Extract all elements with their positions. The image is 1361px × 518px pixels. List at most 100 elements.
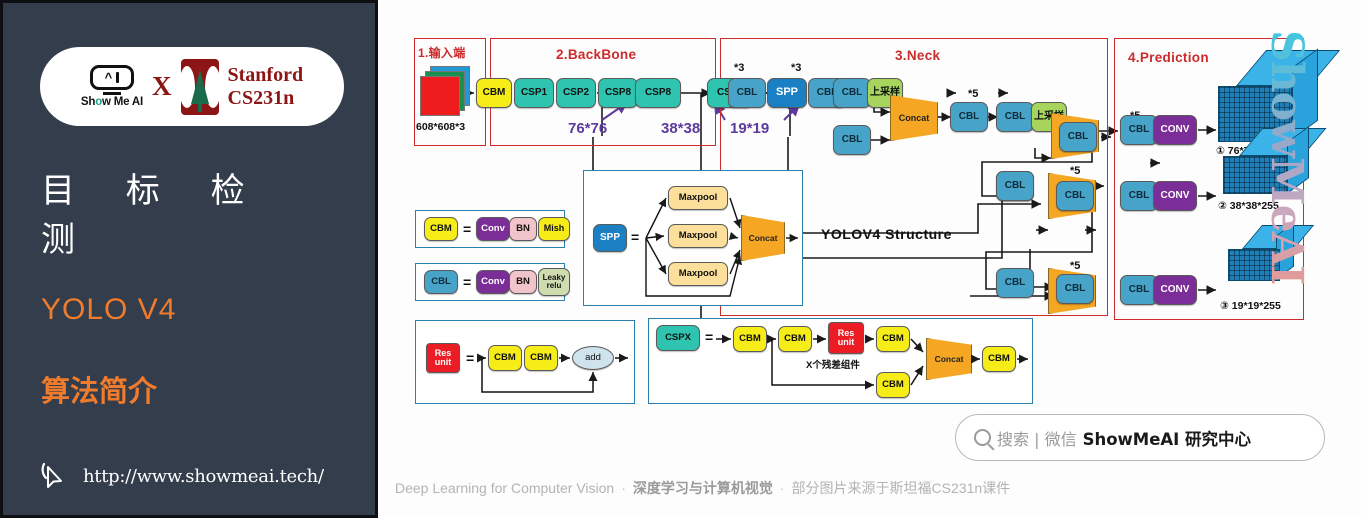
stanford-label: Stanford CS231n [228,64,304,109]
slide-root: ^ Show Me AI X Stanford CS231n 目 标 检 测 Y… [0,0,1361,518]
page-title: 目 标 检 测 [41,171,265,260]
legend-cspx-equals: = [705,329,714,345]
multiplier-5-d: *5 [1070,260,1081,272]
wechat-search-pill[interactable]: 搜索 | 微信 ShowMeAI 研究中心 [955,414,1325,461]
section-title-input: 1.输入端 [418,46,466,60]
node-csp8-a[interactable]: CSP8 [598,78,638,108]
wordmark-prefix: Sh [80,96,96,108]
node-neck-cbl-12[interactable]: CBL [1056,274,1094,304]
node-neck-cbl-5[interactable]: CBL [950,102,988,132]
input-size-label: 608*608*3 [416,121,466,133]
leaky-line2: relu [546,281,562,290]
legend-cbm-mish[interactable]: Mish [538,217,570,241]
res-line2: unit [434,357,452,367]
legend-res-equals: = [466,350,475,366]
legend-spp-equals: = [631,229,640,245]
legend-res-name[interactable]: Res unit [426,343,460,373]
footer-credits: Deep Learning for Computer Vision · 深度学习… [395,478,1345,498]
scale-label-76: 76*76 [568,120,608,137]
footer-dot-2: · [779,480,785,496]
node-cbm-0[interactable]: CBM [476,78,512,108]
legend-cbl-name[interactable]: CBL [424,270,458,294]
node-csp1[interactable]: CSP1 [514,78,554,108]
legend-cbl-bn[interactable]: BN [509,270,537,294]
node-spp[interactable]: SPP [767,78,807,108]
website-url-row[interactable]: http://www.showmeai.tech/ [37,459,324,493]
node-csp2[interactable]: CSP2 [556,78,596,108]
node-csp8-b[interactable]: CSP8 [635,78,681,108]
cursor-arrow-icon [41,462,62,488]
legend-cspx-cbm-4[interactable]: CBM [876,372,910,398]
input-sheet-red [420,76,460,116]
node-neck-cbl-8[interactable]: CBL [1059,122,1097,152]
legend-cspx-name[interactable]: CSPX [656,325,700,351]
scale-label-38: 38*38 [661,120,701,137]
left-cover-panel: ^ Show Me AI X Stanford CS231n 目 标 检 测 Y… [0,0,378,518]
section-title-backbone: 2.BackBone [556,47,637,62]
wordmark-suffix: w Me AI [102,96,144,108]
legend-cbl-leakyrelu[interactable]: Leaky relu [538,268,570,296]
footer-cn-bold: 深度学习与计算机视觉 [632,481,773,497]
stanford-tree-icon [180,58,219,115]
multiplier-3-a: *3 [734,62,745,74]
wordmark-o: o [95,96,103,108]
legend-cspx-cbm-2[interactable]: CBM [778,326,812,352]
scale-label-19: 19*19 [730,120,770,137]
node-neck-cbl-6[interactable]: CBL [996,102,1034,132]
node-neck-cbl-3[interactable]: CBL [833,78,871,108]
concat-1[interactable]: Concat [890,95,938,141]
legend-cspx-cbm-3[interactable]: CBM [876,326,910,352]
showmeai-wordmark: Show Me AI [81,96,143,108]
search-account-name: ShowMeAI 研究中心 [1082,429,1252,449]
website-url[interactable]: http://www.showmeai.tech/ [83,466,324,487]
legend-cspx-concat[interactable]: Concat [926,338,972,380]
pred-conv-2[interactable]: CONV [1153,181,1197,211]
legend-res-cbm-2[interactable]: CBM [524,345,558,371]
legend-res-add[interactable]: add [572,346,614,370]
showmeai-logo-icon: ^ Show Me AI [81,65,143,108]
legend-cspx-cbm-1[interactable]: CBM [733,326,767,352]
legend-cbm-conv[interactable]: Conv [476,217,510,241]
legend-cbl-conv[interactable]: Conv [476,270,510,294]
showmeai-screen-icon: ^ [89,65,134,90]
legend-maxpool-3[interactable]: Maxpool [668,262,728,286]
node-neck-cbl-1[interactable]: CBL [728,78,766,108]
topic-title-en: YOLO V4 [41,293,177,326]
brand-logo-pill: ^ Show Me AI X Stanford CS231n [40,47,344,126]
legend-cbm-equals: = [463,221,472,237]
section-title-prediction: 4.Prediction [1128,50,1209,65]
legend-cbm-name[interactable]: CBM [424,217,458,241]
stanford-line1: Stanford [227,64,304,87]
legend-maxpool-2[interactable]: Maxpool [668,224,728,248]
legend-res-cbm-1[interactable]: CBM [488,345,522,371]
pred-conv-3[interactable]: CONV [1153,275,1197,305]
multiplier-5-a: *5 [968,88,979,100]
output-cube-2 [1223,126,1327,200]
legend-spp-name[interactable]: SPP [593,224,627,252]
multiplier-3-b: *3 [791,62,802,74]
node-neck-cbl-4[interactable]: CBL [833,125,871,155]
node-neck-cbl-10[interactable]: CBL [1056,181,1094,211]
topic-title-cn: 算法简介 [41,374,158,408]
output-cube-3 [1228,222,1315,287]
legend-maxpool-1[interactable]: Maxpool [668,186,728,210]
diagram-caption: YOLOV4 Structure [821,226,952,242]
node-neck-cbl-9[interactable]: CBL [996,171,1034,201]
legend-cspx-cbm-5[interactable]: CBM [982,346,1016,372]
search-placeholder: 搜索 | 微信 [997,429,1077,449]
pred-conv-1[interactable]: CONV [1153,115,1197,145]
output-label-2: ② 38*38*255 [1218,200,1279,212]
multiplier-5-c: *5 [1070,165,1081,177]
footer-cn-gray: 部分图片来源于斯坦福CS231n课件 [791,480,1011,496]
section-title-neck: 3.Neck [895,48,941,63]
legend-cbm-bn[interactable]: BN [509,217,537,241]
legend-cspx-resunit[interactable]: Res unit [828,322,864,354]
legend-cbl-equals: = [463,274,472,290]
search-icon [974,429,991,446]
stanford-line2: CS231n [227,86,295,109]
caret-glyph: ^ [104,70,113,85]
node-neck-cbl-11[interactable]: CBL [996,268,1034,298]
output-label-3: ③ 19*19*255 [1220,300,1281,312]
cspx-res-line2: unit [837,337,855,347]
legend-spp-concat[interactable]: Concat [741,215,785,261]
